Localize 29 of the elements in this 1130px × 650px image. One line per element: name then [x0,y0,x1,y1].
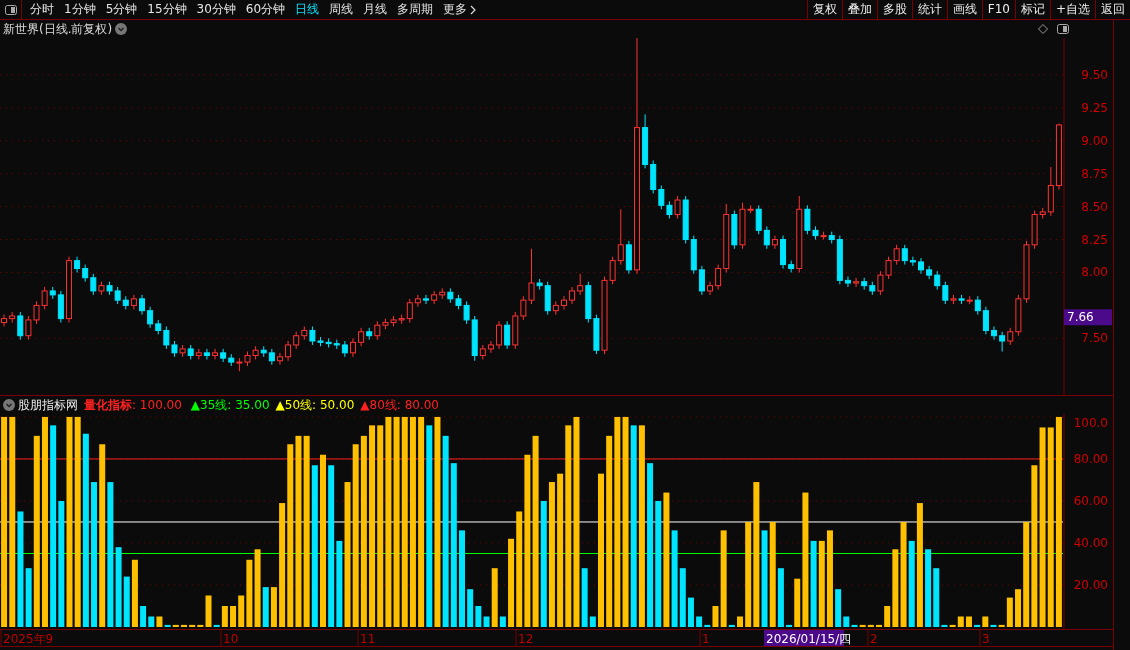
axis-label: 8.75 [1081,166,1108,181]
axis-label: 20.00 [1073,578,1108,592]
axis-label: 9.00 [1081,133,1108,148]
axis-label: 7.50 [1081,331,1108,346]
axis-label: 100.0 [1073,416,1108,430]
axis-label: 2 [870,632,878,646]
indicator-name: 量化指标 [84,397,132,414]
axis-label: 8.25 [1081,232,1108,247]
current-price: 7.66 [1067,310,1094,325]
axis-label: 60.00 [1073,493,1108,508]
axis-label: 12 [518,632,534,646]
axis-label: 3 [982,632,990,646]
axis-label: 1 [702,632,710,646]
axis-label: 9.50 [1081,67,1108,82]
legend-item: ▲80线: 80.00 [360,397,439,414]
axis-label: 80.00 [1073,451,1108,466]
legend-item: ▲50线: 50.00 [275,397,355,414]
axis-label: 11 [360,632,376,646]
indicator-reading: : 100.00 [132,397,182,414]
axis-label: 8.50 [1081,199,1108,214]
legend-item: ▲35线: 35.00 [190,397,270,414]
axis-label: 2025年9 [3,632,54,646]
indicator-source: 股朋指标网 [18,397,78,414]
axis-label: 10 [223,632,239,646]
axis-label: 40.00 [1073,536,1108,550]
chart-title: 新世界(日线.前复权) [3,21,113,38]
axis-label: 8.00 [1081,265,1108,280]
date-cursor: 2026/01/15/四 [764,630,852,646]
axis-label: 9.25 [1081,100,1108,115]
